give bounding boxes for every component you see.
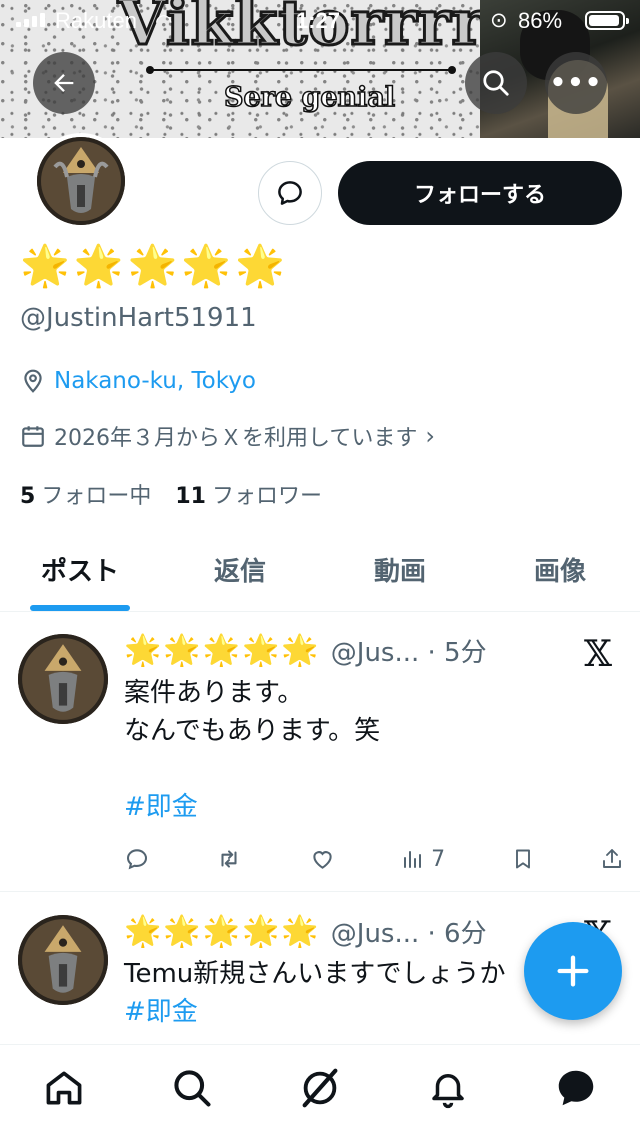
compose-post-button[interactable] [524,922,622,1020]
reply-button[interactable] [124,846,150,872]
post-text: 案件あります。 なんでもあります。笑 #即金 [124,674,624,826]
repost-icon [221,850,237,868]
following-label: フォロー中 [41,484,152,509]
followers-label: フォロワー [211,484,322,509]
share-button[interactable] [600,846,624,872]
x-logo-icon: 𝕏 [584,634,612,675]
location-row: Nakano-ku, Tokyo [20,368,256,394]
tab-images[interactable]: 画像 [480,528,640,611]
search-button[interactable] [465,52,527,114]
banner-subtitle: Sere genial [223,81,396,114]
follow-stats: 5 フォロー中 11 フォロワー [20,478,322,510]
wifi-icon: ◠ [155,11,173,33]
arrow-left-icon [54,74,74,92]
avatar-image [37,137,125,225]
post-header: 🌟🌟🌟🌟🌟 @Jus... · 6分 [124,913,487,950]
profile-avatar[interactable] [33,133,129,229]
post-display-name: 🌟🌟🌟🌟🌟 [124,633,321,668]
post-actions: 7 [124,844,624,874]
message-button[interactable] [258,161,322,225]
nav-notifications[interactable] [416,1056,480,1120]
profile-handle: @JustinHart51911 [20,303,257,333]
share-icon [603,849,621,868]
avatar-image [18,915,108,1005]
followers-count: 11 [175,484,206,509]
profile-tabs: ポスト 返信 動画 画像 [0,528,640,612]
tab-posts[interactable]: ポスト [0,528,160,611]
plus-icon [557,955,589,987]
nav-explore[interactable] [160,1056,224,1120]
heart-icon [313,851,332,869]
status-bar: Rakuten ◠ 1:27 ⊙ 86% [0,0,640,40]
following-count: 5 [20,484,36,509]
search-icon [483,70,509,96]
joined-text: 2026年３月からＸを利用しています [54,426,418,451]
home-icon [46,1071,82,1104]
tab-replies[interactable]: 返信 [160,528,320,611]
post-handle-time: @Jus... · 6分 [330,919,487,949]
chevron-right-icon: › [425,422,435,450]
more-button[interactable]: ••• [545,52,607,114]
clock: 1:27 [296,8,341,33]
battery-percent: 86% [518,8,563,33]
carrier-name: Rakuten [55,8,137,33]
display-name: 🌟🌟🌟🌟🌟 [20,243,290,289]
nav-home[interactable] [32,1056,96,1120]
bottom-navigation [0,1044,640,1136]
nav-grok[interactable] [288,1056,352,1120]
location-text[interactable]: Nakano-ku, Tokyo [54,368,256,394]
post-display-name: 🌟🌟🌟🌟🌟 [124,914,321,949]
post-line [124,750,624,788]
chat-bubble-icon [558,1070,594,1105]
hashtag-link[interactable]: #即金 [124,788,624,826]
post-line: 案件あります。 [124,678,304,708]
orientation-lock-icon: ⊙ [490,9,508,32]
grok-icon [302,1068,338,1107]
post-header: 🌟🌟🌟🌟🌟 @Jus... · 5分 [124,632,487,669]
bookmark-button[interactable] [511,846,535,872]
like-button[interactable] [309,846,336,872]
post-handle-time: @Jus... · 5分 [330,638,487,668]
more-icon: ••• [549,68,603,98]
reply-icon [126,849,148,870]
battery-icon [585,11,629,30]
search-icon [174,1069,211,1107]
views-count: 7 [431,846,446,872]
analytics-icon [404,851,422,868]
bookmark-icon [515,849,530,869]
post-avatar[interactable] [18,915,108,1005]
signal-icon [16,13,45,27]
chat-bubble-icon [278,181,302,205]
post-line: なんでもあります。笑 [124,716,381,746]
avatar-image [18,634,108,724]
post-item[interactable]: 🌟🌟🌟🌟🌟 @Jus... · 5分 𝕏 案件あります。 なんでもあります。笑 … [0,612,640,892]
bell-icon [432,1073,464,1108]
follow-button[interactable]: フォローする [338,161,622,225]
joined-row[interactable]: 2026年３月からＸを利用しています › [20,420,435,452]
nav-messages[interactable] [544,1056,608,1120]
back-button[interactable] [33,52,95,114]
following-link[interactable]: 5 フォロー中 [20,478,151,510]
calendar-icon [22,426,44,447]
repost-button[interactable] [215,846,243,872]
banner-divider [146,66,456,74]
location-pin-icon [24,369,42,393]
views-button[interactable]: 7 [401,846,445,872]
post-avatar[interactable] [18,634,108,724]
tab-videos[interactable]: 動画 [320,528,480,611]
followers-link[interactable]: 11 フォロワー [175,478,322,510]
